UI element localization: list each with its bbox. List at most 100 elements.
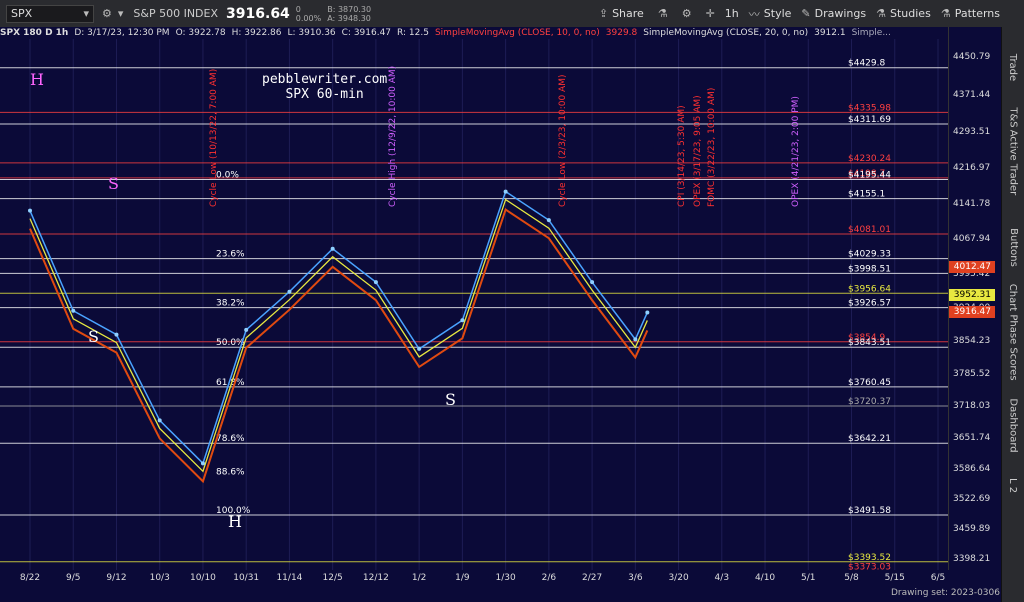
- x-tick-label: 12/12: [362, 573, 389, 583]
- patterns-label: Patterns: [954, 7, 1000, 20]
- price-tag: 3952.31: [949, 289, 995, 302]
- watermark-site: pebblewriter.com: [262, 72, 388, 87]
- right-tab-active-trader[interactable]: Active Trader: [1002, 129, 1024, 195]
- last-price: 3916.64: [226, 5, 290, 22]
- y-tick-label: 3522.69: [953, 494, 991, 505]
- bar-range: R: 12.5: [397, 28, 429, 38]
- chevron-down-icon[interactable]: ▾: [118, 7, 124, 20]
- share-button[interactable]: ⇪ Share: [599, 7, 644, 20]
- annotation-label: FOMC (3/22/23, 10:00 AM): [707, 88, 717, 207]
- x-tick-label: 12/5: [322, 573, 343, 583]
- x-tick-label: 1/30: [495, 573, 516, 583]
- price-point: [590, 280, 595, 285]
- top-toolbar: SPX ▾ ⚙ ▾ S&P 500 INDEX 3916.64 0 0.00% …: [0, 0, 1024, 28]
- level-label: $4029.33: [848, 250, 891, 260]
- share-label: Share: [612, 7, 644, 20]
- price-point: [287, 289, 292, 294]
- price-point: [546, 218, 551, 223]
- y-tick-label: 4293.51: [953, 126, 991, 137]
- change-block: 0 0.00%: [296, 5, 321, 23]
- price-point: [71, 308, 76, 313]
- level-label: $3998.51: [848, 264, 891, 274]
- right-tab-buttons[interactable]: Buttons: [1002, 227, 1024, 267]
- level-label: $4195.44: [848, 170, 891, 180]
- right-tab-trade[interactable]: Trade: [1002, 47, 1024, 87]
- gear-icon[interactable]: ⚙: [682, 7, 692, 20]
- patterns-icon: ⚗: [940, 7, 951, 20]
- fib-label: 0.0%: [216, 170, 239, 180]
- level-label: $4155.1: [848, 190, 885, 200]
- price-point: [633, 337, 638, 342]
- annotation-label: Cycle Low (10/13/22, 7:00 AM): [209, 69, 219, 207]
- pencil-icon: ✎: [801, 7, 811, 20]
- bar-close: C: 3916.47: [341, 28, 392, 38]
- bid-value: B: 3870.30: [327, 4, 372, 14]
- interval-button[interactable]: 1h: [725, 7, 739, 20]
- settings-icon[interactable]: ⚙: [102, 7, 112, 20]
- price-point: [157, 418, 162, 423]
- annotation-label: OPEX (4/21/23, 2:00 PM): [791, 96, 801, 207]
- price-chart[interactable]: $4429.8$4335.98$4311.69$4230.24$4198.7$4…: [0, 27, 948, 585]
- right-tab-label: Dashboard: [1007, 397, 1019, 453]
- y-tick-label: 4141.78: [953, 199, 991, 210]
- price-point: [200, 461, 205, 466]
- drawings-button[interactable]: ✎ Drawings: [801, 7, 866, 20]
- y-tick-label: 3718.03: [953, 401, 991, 412]
- price-axis[interactable]: 4450.79 4371.44 4293.51 4216.97 4141.78 4067.…: [948, 27, 1003, 585]
- crosshair-icon[interactable]: ✛: [706, 7, 715, 20]
- x-tick-label: 1/9: [455, 573, 470, 583]
- more-studies[interactable]: Simple...: [852, 28, 891, 38]
- y-tick-label: 3459.89: [953, 524, 991, 535]
- right-tab-chart[interactable]: Chart: [1002, 277, 1024, 317]
- level-label: $3491.58: [848, 506, 891, 516]
- studies-button[interactable]: ⚗ Studies: [876, 7, 931, 20]
- y-tick-label: 3586.64: [953, 463, 991, 474]
- x-tick-label: 8/22: [19, 573, 41, 583]
- sma10-label: SimpleMovingAvg (CLOSE, 10, 0, no): [434, 28, 600, 38]
- chevron-down-icon: ▾: [83, 7, 89, 20]
- x-tick-label: 9/5: [65, 573, 81, 583]
- drawings-label: Drawings: [814, 7, 867, 20]
- patterns-button[interactable]: ⚗ Patterns: [941, 7, 1000, 20]
- annotation-label: OPEX (3/17/23, 9:05 AM): [693, 95, 703, 207]
- change-percent: 0.00%: [295, 13, 322, 23]
- level-label: $3760.45: [848, 378, 891, 388]
- price-point: [244, 327, 249, 332]
- time-axis[interactable]: 8/22 9/5 9/12 10/3 10/10 10/31 11/14 12/5 12/12 1…: [0, 570, 1002, 602]
- fib-label: 23.6%: [216, 250, 245, 260]
- chart-area[interactable]: $4429.8 $4335.98 $4311.69 $4230.24 $4198.7 $4…: [0, 27, 948, 585]
- level-label: $4429.8: [848, 59, 885, 69]
- level-label: $3956.64: [848, 284, 891, 294]
- y-tick-label: 3854.23: [953, 336, 991, 347]
- style-button[interactable]: 〰 Style: [749, 6, 792, 22]
- price-point: [114, 332, 119, 337]
- x-tick-label: 6/5: [930, 573, 946, 583]
- right-tab-label: Active Trader: [1007, 129, 1019, 195]
- right-tab-dashboard[interactable]: Dashboard: [1002, 398, 1024, 452]
- style-label: Style: [763, 7, 792, 20]
- x-tick-label: 5/15: [884, 573, 905, 583]
- pattern-label: S: [108, 174, 119, 193]
- y-tick-label: 3651.74: [953, 432, 991, 443]
- bid-ask-block: B: 3870.30 A: 3948.30: [327, 5, 371, 23]
- right-tab-phase-scores[interactable]: Phase Scores: [1002, 314, 1024, 380]
- symbol-selector[interactable]: SPX ▾: [6, 4, 94, 23]
- index-name: S&P 500 INDEX: [133, 7, 219, 20]
- share-icon: ⇪: [598, 7, 609, 20]
- fib-label: 78.6%: [216, 434, 245, 444]
- flask-icon[interactable]: ⚗: [658, 7, 668, 20]
- x-tick-label: 10/31: [233, 573, 260, 583]
- bar-high: H: 3922.86: [231, 28, 282, 38]
- level-label: $4081.01: [848, 225, 891, 235]
- right-tab-l-2[interactable]: L 2: [1002, 465, 1024, 505]
- x-tick-label: 2/6: [541, 573, 557, 583]
- fib-label: 88.6%: [216, 468, 245, 478]
- pattern-label: S: [445, 390, 456, 409]
- interval-label: 1h: [724, 7, 739, 20]
- x-tick-label: 1/2: [411, 573, 427, 583]
- level-label: $4230.24: [848, 154, 891, 164]
- price-point: [503, 189, 508, 194]
- pattern-label: S: [88, 327, 99, 346]
- right-tab-label: Chart: [1007, 283, 1019, 311]
- level-label: $4311.69: [848, 115, 891, 125]
